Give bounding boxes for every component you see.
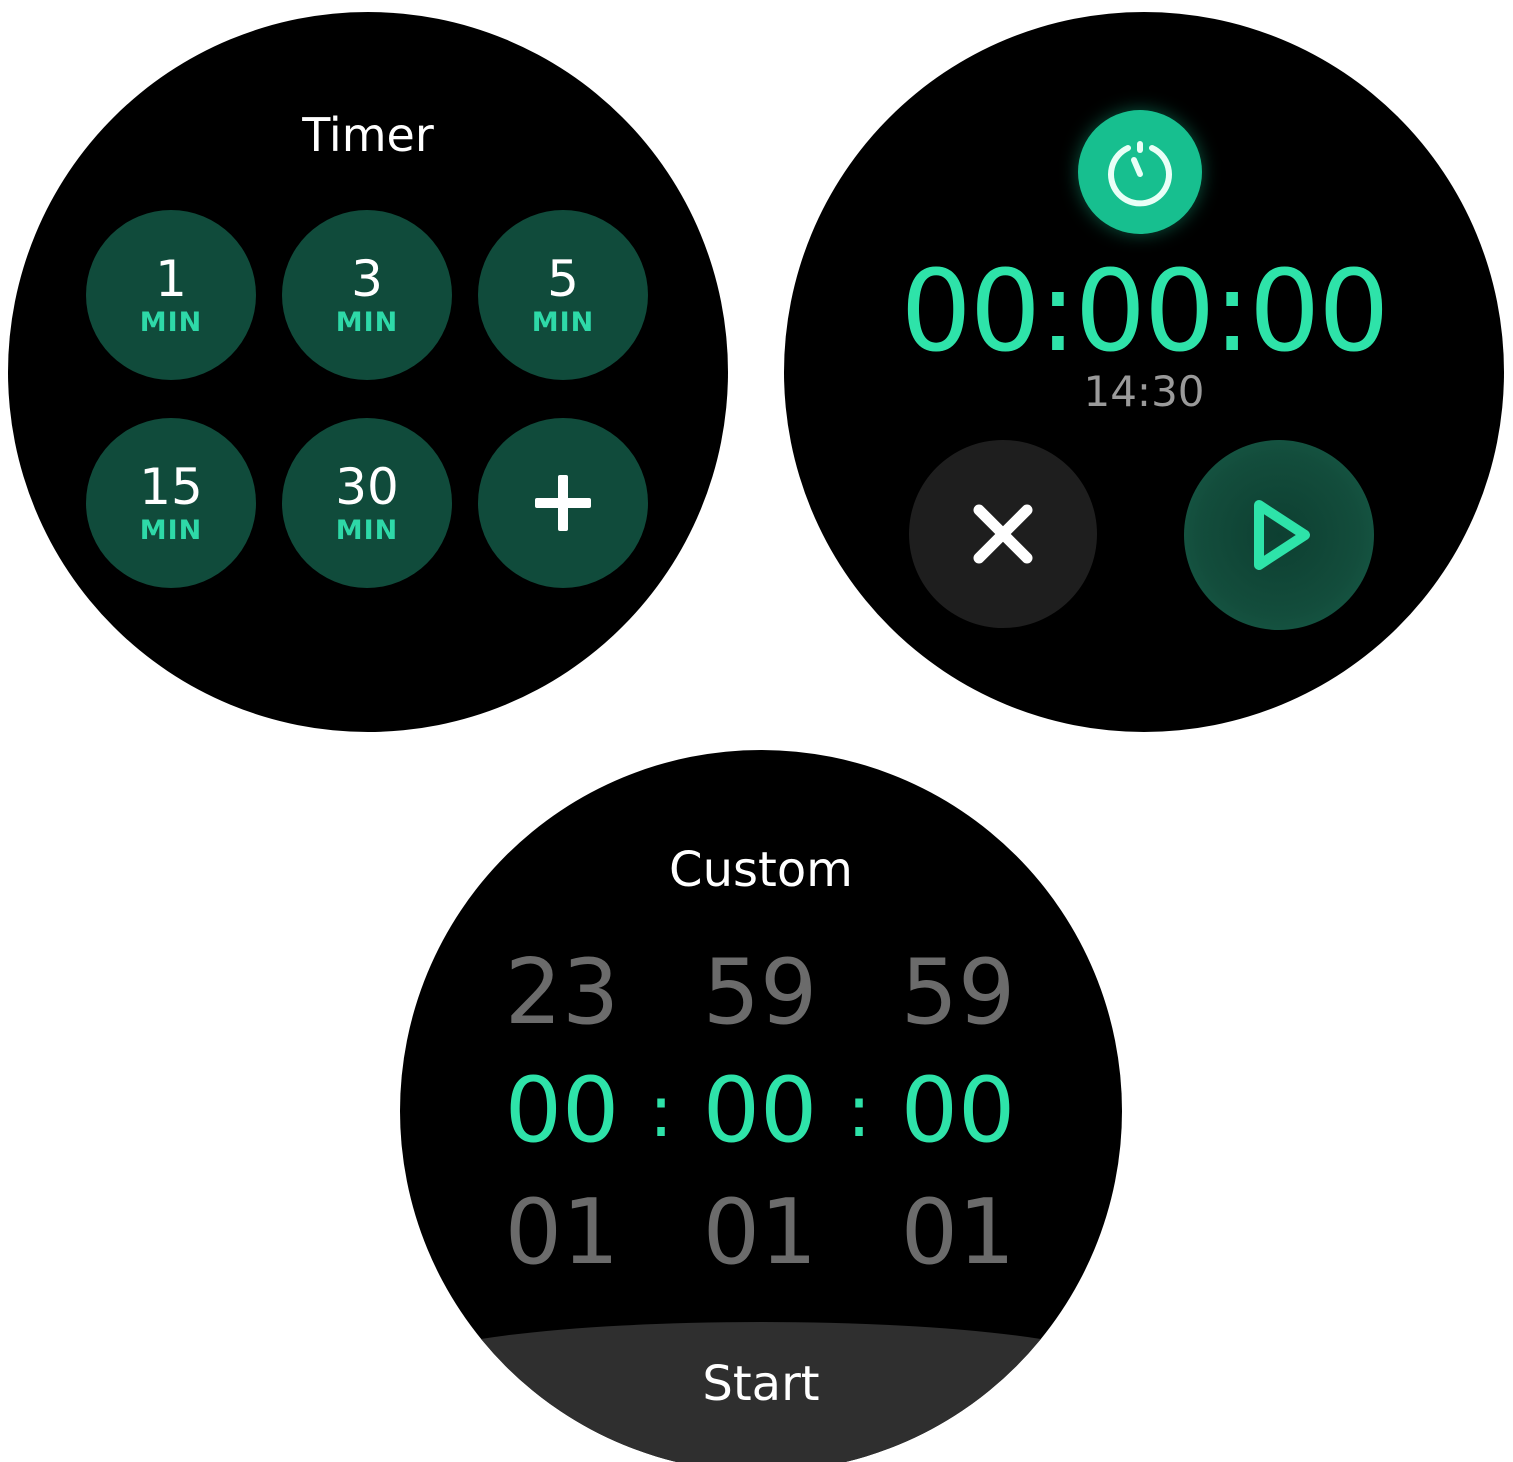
- picker-previous-row: 23 59 59: [400, 938, 1122, 1048]
- timer-running-screen: 00:00:00 14:30: [784, 12, 1504, 732]
- minutes-next-value[interactable]: 01: [690, 1178, 830, 1288]
- preset-value: 5: [547, 250, 579, 308]
- seconds-previous-value[interactable]: 59: [888, 938, 1028, 1048]
- preset-unit: MIN: [139, 307, 203, 338]
- time-separator: :: [846, 1069, 872, 1153]
- minutes-previous-value[interactable]: 59: [690, 938, 830, 1048]
- preset-value: 30: [335, 458, 399, 516]
- add-custom-timer-button[interactable]: [478, 418, 648, 588]
- preset-1-min-button[interactable]: 1 MIN: [86, 210, 256, 380]
- preset-5-min-button[interactable]: 5 MIN: [478, 210, 648, 380]
- preset-unit: MIN: [531, 307, 595, 338]
- start-button-label: Start: [702, 1356, 820, 1412]
- preset-value: 3: [351, 250, 383, 308]
- hours-next-value[interactable]: 01: [492, 1178, 632, 1288]
- hours-previous-value[interactable]: 23: [492, 938, 632, 1048]
- preset-value: 1: [155, 250, 187, 308]
- cancel-button[interactable]: [909, 440, 1097, 628]
- preset-unit: MIN: [335, 307, 399, 338]
- seconds-next-value[interactable]: 01: [888, 1178, 1028, 1288]
- hours-picker[interactable]: 00: [492, 1056, 632, 1166]
- preset-unit: MIN: [139, 515, 203, 546]
- preset-3-min-button[interactable]: 3 MIN: [282, 210, 452, 380]
- timer-presets-screen: Timer 1 MIN 3 MIN 5 MIN 15 MIN 30 MIN: [8, 12, 728, 732]
- screen-title: Custom: [669, 842, 853, 898]
- preset-30-min-button[interactable]: 30 MIN: [282, 418, 452, 588]
- countdown-display: 00:00:00: [900, 247, 1389, 377]
- play-button[interactable]: [1184, 440, 1374, 630]
- current-time: 14:30: [1083, 367, 1205, 416]
- timer-badge: [1078, 110, 1202, 234]
- preset-15-min-button[interactable]: 15 MIN: [86, 418, 256, 588]
- canvas: Timer 1 MIN 3 MIN 5 MIN 15 MIN 30 MIN 00…: [0, 0, 1513, 1462]
- close-icon: [973, 504, 1033, 564]
- picker-next-row: 01 01 01: [400, 1178, 1122, 1288]
- seconds-picker[interactable]: 00: [888, 1056, 1028, 1166]
- minutes-picker[interactable]: 00: [690, 1056, 830, 1166]
- screen-title: Timer: [302, 108, 434, 162]
- picker-selected-row: 00 : 00 : 00: [400, 1056, 1122, 1166]
- preset-value: 15: [139, 458, 203, 516]
- play-icon: [1254, 500, 1310, 570]
- custom-timer-screen: Custom 23 59 59 00 : 00 : 00 01 01 01 St…: [400, 750, 1122, 1462]
- plus-icon: [535, 475, 591, 531]
- timer-icon: [1108, 141, 1172, 207]
- time-separator: :: [648, 1069, 674, 1153]
- preset-unit: MIN: [335, 515, 399, 546]
